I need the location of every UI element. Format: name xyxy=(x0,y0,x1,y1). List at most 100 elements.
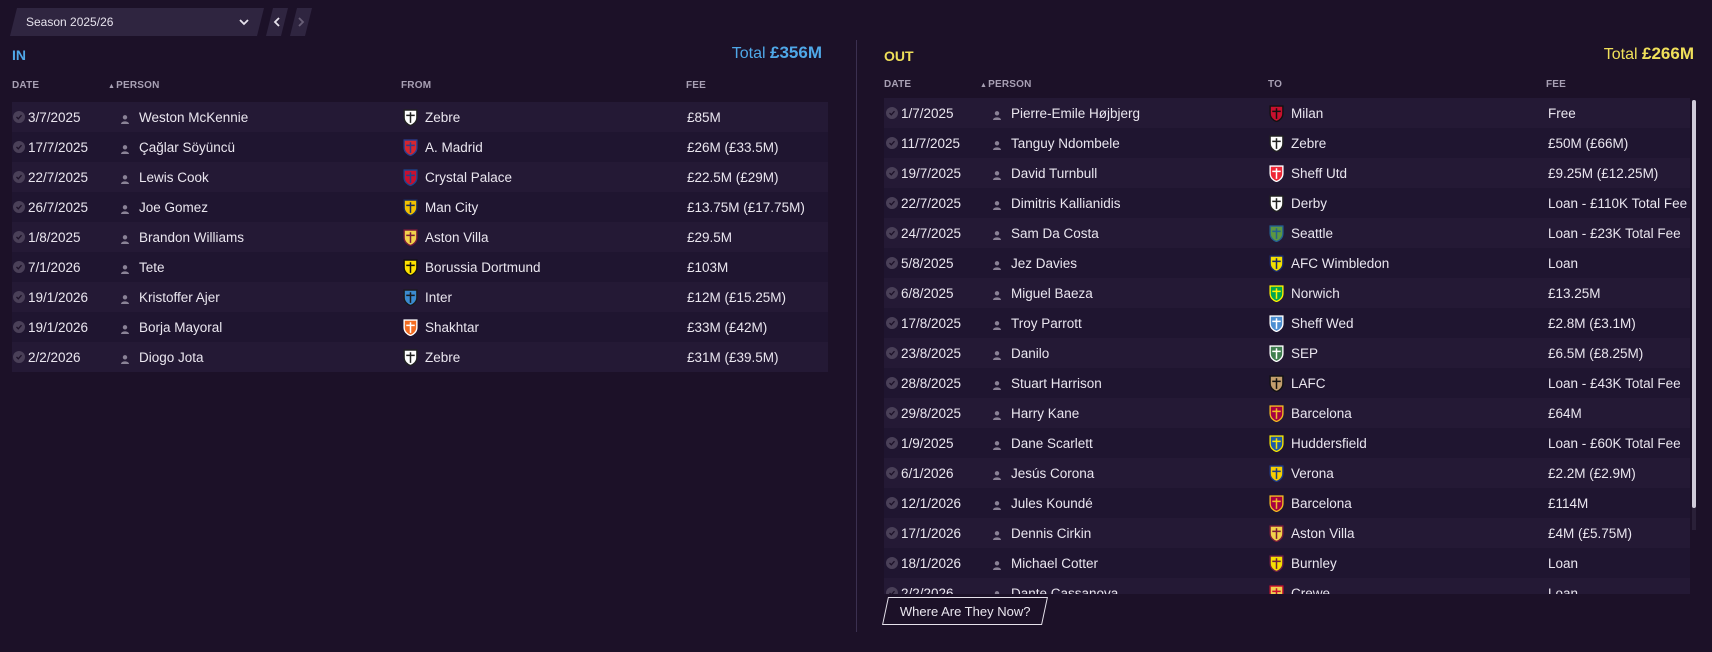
person-cell[interactable]: Sam Da Costa xyxy=(992,218,1099,248)
person-cell[interactable]: Kristoffer Ajer xyxy=(120,282,220,312)
person-name[interactable]: Tanguy Ndombele xyxy=(1011,136,1120,151)
in-col-person-header[interactable]: ▲PERSON xyxy=(108,80,160,91)
person-cell[interactable]: Çağlar Söyüncü xyxy=(120,132,235,162)
person-name[interactable]: Çağlar Söyüncü xyxy=(139,140,235,155)
person-name[interactable]: Jez Davies xyxy=(1011,256,1077,271)
person-cell[interactable]: Joe Gomez xyxy=(120,192,208,222)
person-name[interactable]: Sam Da Costa xyxy=(1011,226,1099,241)
person-cell[interactable]: Weston McKennie xyxy=(120,102,248,132)
person-cell[interactable]: Dane Scarlett xyxy=(992,428,1093,458)
out-col-date[interactable]: DATE xyxy=(884,79,911,90)
club-cell[interactable]: A. Madrid xyxy=(402,132,483,162)
transfer-row[interactable]: 17/1/2026 Dennis Cirkin Aston Villa £4M (£5… xyxy=(884,518,1690,548)
person-cell[interactable]: Harry Kane xyxy=(992,398,1079,428)
transfer-row[interactable]: 2/2/2026 Diogo Jota Zebre £31M (£39.5M) xyxy=(12,342,828,372)
person-cell[interactable]: Diogo Jota xyxy=(120,342,204,372)
club-name[interactable]: Aston Villa xyxy=(425,230,489,245)
club-cell[interactable]: Verona xyxy=(1268,458,1334,488)
club-cell[interactable]: Sheff Wed xyxy=(1268,308,1354,338)
club-name[interactable]: Man City xyxy=(425,200,478,215)
person-name[interactable]: Jesús Corona xyxy=(1011,466,1094,481)
club-cell[interactable]: Huddersfield xyxy=(1268,428,1367,458)
person-name[interactable]: Tete xyxy=(139,260,165,275)
person-cell[interactable]: David Turnbull xyxy=(992,158,1097,188)
transfer-row[interactable]: 17/8/2025 Troy Parrott Sheff Wed £2.8M (£3.… xyxy=(884,308,1690,338)
transfer-row[interactable]: 12/1/2026 Jules Koundé Barcelona £114M xyxy=(884,488,1690,518)
transfer-row[interactable]: 26/7/2025 Joe Gomez Man City £13.75M (£17.7… xyxy=(12,192,828,222)
club-name[interactable]: AFC Wimbledon xyxy=(1291,256,1389,271)
out-col-fee[interactable]: FEE xyxy=(1546,79,1566,90)
person-cell[interactable]: Dimitris Kallianidis xyxy=(992,188,1121,218)
transfer-row[interactable]: 28/8/2025 Stuart Harrison LAFC Loan - £43K … xyxy=(884,368,1690,398)
person-cell[interactable]: Borja Mayoral xyxy=(120,312,222,342)
person-name[interactable]: Miguel Baeza xyxy=(1011,286,1093,301)
club-cell[interactable]: Zebre xyxy=(1268,128,1326,158)
club-name[interactable]: Crystal Palace xyxy=(425,170,512,185)
person-name[interactable]: Brandon Williams xyxy=(139,230,244,245)
club-cell[interactable]: Zebre xyxy=(402,102,460,132)
club-cell[interactable]: Barcelona xyxy=(1268,488,1352,518)
in-col-from[interactable]: FROM xyxy=(401,80,431,91)
person-cell[interactable]: Jules Koundé xyxy=(992,488,1093,518)
club-cell[interactable]: Aston Villa xyxy=(1268,518,1355,548)
person-name[interactable]: Diogo Jota xyxy=(139,350,204,365)
club-name[interactable]: Crewe xyxy=(1291,586,1330,595)
person-name[interactable]: David Turnbull xyxy=(1011,166,1097,181)
person-name[interactable]: Dimitris Kallianidis xyxy=(1011,196,1121,211)
person-name[interactable]: Kristoffer Ajer xyxy=(139,290,220,305)
club-name[interactable]: Zebre xyxy=(425,110,460,125)
transfer-row[interactable]: 19/1/2026 Kristoffer Ajer Inter £12M (£15.2… xyxy=(12,282,828,312)
person-name[interactable]: Dante Cassanova xyxy=(1011,586,1118,595)
out-col-to[interactable]: TO xyxy=(1268,79,1282,90)
club-cell[interactable]: Sheff Utd xyxy=(1268,158,1347,188)
scrollbar-thumb[interactable] xyxy=(1692,100,1696,508)
club-cell[interactable]: Borussia Dortmund xyxy=(402,252,541,282)
club-name[interactable]: Verona xyxy=(1291,466,1334,481)
club-name[interactable]: A. Madrid xyxy=(425,140,483,155)
club-name[interactable]: Derby xyxy=(1291,196,1327,211)
person-name[interactable]: Harry Kane xyxy=(1011,406,1079,421)
person-cell[interactable]: Pierre-Emile Højbjerg xyxy=(992,98,1140,128)
person-name[interactable]: Joe Gomez xyxy=(139,200,208,215)
club-name[interactable]: Borussia Dortmund xyxy=(425,260,541,275)
club-name[interactable]: Aston Villa xyxy=(1291,526,1355,541)
person-cell[interactable]: Tete xyxy=(120,252,165,282)
person-cell[interactable]: Danilo xyxy=(992,338,1049,368)
person-cell[interactable]: Miguel Baeza xyxy=(992,278,1093,308)
club-name[interactable]: Burnley xyxy=(1291,556,1337,571)
season-dropdown[interactable]: Season 2025/26 xyxy=(10,8,264,36)
person-cell[interactable]: Dante Cassanova xyxy=(992,578,1118,594)
person-name[interactable]: Borja Mayoral xyxy=(139,320,222,335)
person-cell[interactable]: Jez Davies xyxy=(992,248,1077,278)
transfer-row[interactable]: 3/7/2025 Weston McKennie Zebre £85M xyxy=(12,102,828,132)
club-cell[interactable]: Man City xyxy=(402,192,478,222)
club-name[interactable]: SEP xyxy=(1291,346,1318,361)
transfer-row[interactable]: 1/9/2025 Dane Scarlett Huddersfield Loan - … xyxy=(884,428,1690,458)
transfer-row[interactable]: 24/7/2025 Sam Da Costa Seattle Loan - £23K … xyxy=(884,218,1690,248)
club-cell[interactable]: Inter xyxy=(402,282,452,312)
person-name[interactable]: Stuart Harrison xyxy=(1011,376,1102,391)
person-cell[interactable]: Michael Cotter xyxy=(992,548,1098,578)
person-name[interactable]: Pierre-Emile Højbjerg xyxy=(1011,106,1140,121)
club-name[interactable]: Huddersfield xyxy=(1291,436,1367,451)
person-cell[interactable]: Stuart Harrison xyxy=(992,368,1102,398)
club-cell[interactable]: Crystal Palace xyxy=(402,162,512,192)
club-name[interactable]: Norwich xyxy=(1291,286,1340,301)
previous-season-button[interactable] xyxy=(266,8,288,36)
person-name[interactable]: Michael Cotter xyxy=(1011,556,1098,571)
club-cell[interactable]: LAFC xyxy=(1268,368,1326,398)
club-name[interactable]: Zebre xyxy=(1291,136,1326,151)
club-cell[interactable]: Burnley xyxy=(1268,548,1337,578)
club-name[interactable]: Inter xyxy=(425,290,452,305)
person-name[interactable]: Lewis Cook xyxy=(139,170,209,185)
transfer-row[interactable]: 1/7/2025 Pierre-Emile Højbjerg Milan Free xyxy=(884,98,1690,128)
club-cell[interactable]: Aston Villa xyxy=(402,222,489,252)
club-cell[interactable]: Shakhtar xyxy=(402,312,479,342)
transfer-row[interactable]: 29/8/2025 Harry Kane Barcelona £64M xyxy=(884,398,1690,428)
out-col-person-header[interactable]: ▲PERSON xyxy=(980,79,1032,90)
club-name[interactable]: Milan xyxy=(1291,106,1323,121)
transfer-row[interactable]: 2/2/2026 Dante Cassanova Crewe Loan xyxy=(884,578,1690,594)
person-cell[interactable]: Dennis Cirkin xyxy=(992,518,1091,548)
club-cell[interactable]: Seattle xyxy=(1268,218,1333,248)
transfer-row[interactable]: 6/8/2025 Miguel Baeza Norwich £13.25M xyxy=(884,278,1690,308)
